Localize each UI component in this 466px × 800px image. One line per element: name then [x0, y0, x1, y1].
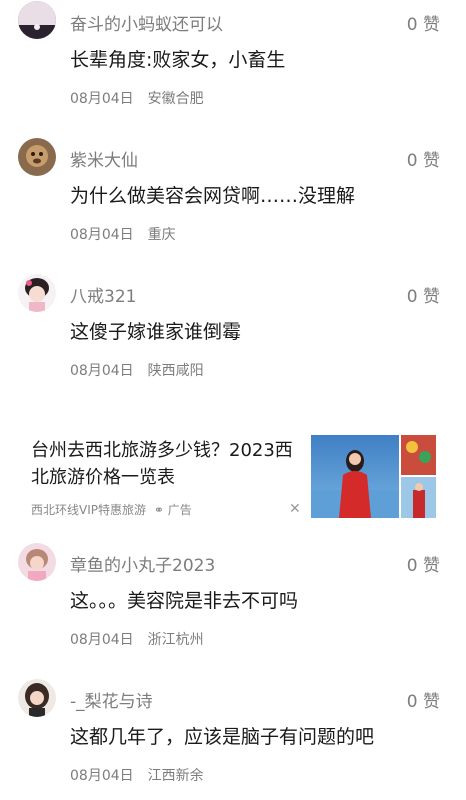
close-icon[interactable]: ✕ — [289, 501, 301, 517]
avatar-image — [18, 679, 56, 717]
comment-date: 08月04日 — [70, 91, 134, 107]
comment-text: 为什么做美容会网贷啊……没理解 — [70, 185, 356, 207]
ad-link-icon: ⚭ — [153, 503, 164, 517]
comment-location: 安徽合肥 — [147, 91, 204, 107]
username[interactable]: 紫米大仙 — [70, 146, 138, 171]
avatar-image — [18, 543, 56, 581]
comment-meta: 08月04日 陕西咸阳 — [70, 360, 204, 380]
ad-source: 西北环线VIP特惠旅游 ⚭ 广告 — [31, 501, 192, 518]
comment-meta: 08月04日 安徽合肥 — [70, 88, 204, 108]
avatar[interactable] — [18, 1, 56, 39]
username[interactable]: 奋斗的小蚂蚁还可以 — [70, 10, 223, 35]
comment-text: 这傻子嫁谁家谁倒霉 — [70, 321, 242, 343]
comment-date: 08月04日 — [70, 632, 134, 648]
like-count[interactable]: 0 赞 — [407, 146, 440, 171]
avatar[interactable] — [18, 543, 56, 581]
comment-text: 这都几年了，应该是脑子有问题的吧 — [70, 726, 375, 748]
comment-location: 江西新余 — [147, 768, 204, 784]
comment-location: 陕西咸阳 — [147, 363, 204, 379]
comment-date: 08月04日 — [70, 227, 134, 243]
ad-title[interactable]: 台州去西北旅游多少钱？2023西北旅游价格一览表 — [31, 437, 306, 491]
like-count[interactable]: 0 赞 — [407, 551, 440, 576]
ad-source-name: 西北环线VIP特惠旅游 — [31, 503, 146, 517]
comment-text: 这。。。美容院是非去不可吗 — [70, 590, 299, 612]
avatar[interactable] — [18, 138, 56, 176]
avatar-image — [18, 138, 56, 176]
comment-meta: 08月04日 重庆 — [70, 224, 176, 244]
ad-label: 广告 — [167, 503, 192, 517]
ad-card[interactable]: 台州去西北旅游多少钱？2023西北旅游价格一览表 西北环线VIP特惠旅游 ⚭ 广… — [0, 415, 466, 535]
username[interactable]: -_梨花与诗 — [70, 687, 153, 712]
comment-date: 08月04日 — [70, 363, 134, 379]
avatar[interactable] — [18, 274, 56, 312]
ad-image[interactable] — [311, 435, 436, 518]
like-count[interactable]: 0 赞 — [407, 687, 440, 712]
username[interactable]: 章鱼的小丸子2023 — [70, 551, 215, 576]
username[interactable]: 八戒321 — [70, 282, 136, 307]
comment-location: 浙江杭州 — [147, 632, 204, 648]
comment-text: 长辈角度:败家女，小畜生 — [70, 49, 286, 71]
avatar-image — [18, 1, 56, 39]
comment-meta: 08月04日 江西新余 — [70, 765, 204, 785]
like-count[interactable]: 0 赞 — [407, 10, 440, 35]
avatar[interactable] — [18, 679, 56, 717]
like-count[interactable]: 0 赞 — [407, 282, 440, 307]
avatar-image — [18, 274, 56, 312]
comment-location: 重庆 — [147, 227, 176, 243]
comment-date: 08月04日 — [70, 768, 134, 784]
comment-meta: 08月04日 浙江杭州 — [70, 629, 204, 649]
